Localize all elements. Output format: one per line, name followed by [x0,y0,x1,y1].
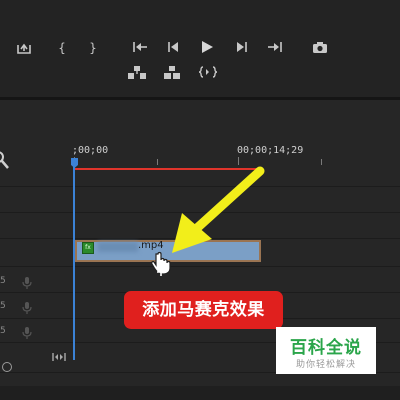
ruler-tick [238,157,239,165]
voiceover-mic-icon[interactable] [22,300,32,314]
track-separator [0,266,400,267]
play-icon[interactable] [196,40,218,54]
playhead[interactable] [73,160,75,360]
audio-track-label: 5 [0,276,6,286]
trim-edit-icon[interactable] [197,66,219,78]
clip-name-redacted [98,242,138,252]
annotation-arrow-icon [172,166,265,253]
voiceover-mic-icon[interactable] [22,325,32,339]
step-forward-icon[interactable] [231,41,253,53]
track-bracket-icon[interactable] [52,347,66,366]
horizontal-scrollbar[interactable] [0,386,400,400]
export-frame-icon[interactable] [13,41,35,55]
lift-icon[interactable] [126,66,148,80]
camera-icon[interactable] [309,41,331,54]
go-to-in-icon[interactable] [129,41,151,53]
zoom-scroll-knob[interactable] [2,362,12,372]
audio-track-label: 5 [0,326,6,336]
callout-label: 添加马赛克效果 [124,291,283,329]
ruler-start-label: ;00;00 [72,145,109,156]
voiceover-mic-icon[interactable] [22,275,32,289]
audio-track-label: 5 [0,301,6,311]
go-to-out-icon[interactable] [264,41,286,53]
fx-badge-icon: fx [82,242,94,254]
transport-panel: { } [0,0,400,97]
ruler-mid-label: 00;00;14;29 [237,145,304,156]
mark-out-icon[interactable]: } [82,41,104,55]
watermark-title: 百科全说 [290,338,362,358]
mark-in-icon[interactable]: { [51,41,73,55]
watermark-subtitle: 助你轻松解决 [295,360,356,370]
step-back-icon[interactable] [162,41,184,53]
extract-icon[interactable] [161,66,183,80]
zoom-tool-icon[interactable] [0,150,10,176]
ruler-tick [321,159,322,165]
